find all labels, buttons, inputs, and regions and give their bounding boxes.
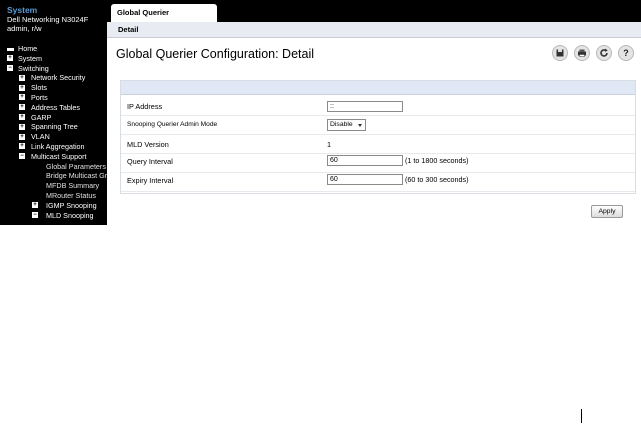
ip-address-label: IP Address <box>127 102 163 111</box>
nav-tree: Home + System − Switching + Network Secu… <box>0 44 107 220</box>
sidebar-item-link-aggregation[interactable]: + Link Aggregation <box>0 142 107 152</box>
row-query-interval: Query Interval 60 (1 to 1800 seconds) <box>121 154 635 173</box>
sidebar-item-home[interactable]: Home <box>0 44 107 54</box>
expand-icon[interactable]: + <box>19 74 25 81</box>
expand-icon[interactable]: + <box>19 123 25 130</box>
expand-icon[interactable]: + <box>19 94 25 101</box>
subtab-bar: Detail <box>107 22 641 38</box>
tab-global-querier-configuration[interactable]: Global Querier Configuration <box>111 4 217 35</box>
app-window: System Dell Networking N3024F admin, r/w… <box>0 0 641 225</box>
home-icon <box>7 47 14 51</box>
sidebar-item-ports[interactable]: + Ports <box>0 93 107 103</box>
sidebar-item-switching[interactable]: − Switching <box>0 64 107 74</box>
print-icon[interactable] <box>574 45 590 61</box>
page-title: Global Querier Configuration: Detail <box>116 47 315 61</box>
sidebar-item-bridge-multicast-group[interactable]: Bridge Multicast Gro <box>0 171 107 181</box>
sidebar: System Dell Networking N3024F admin, r/w… <box>0 0 107 225</box>
system-title: System <box>7 5 38 15</box>
save-icon[interactable] <box>552 45 568 61</box>
sidebar-item-network-security[interactable]: + Network Security <box>0 73 107 83</box>
page-margin-rule <box>581 409 582 423</box>
row-querier-admin-mode: Snooping Querier Admin Mode Disable <box>121 116 635 135</box>
query-interval-input[interactable]: 60 <box>327 155 403 166</box>
sidebar-item-address-tables[interactable]: + Address Tables <box>0 103 107 113</box>
expand-icon[interactable]: + <box>19 143 25 150</box>
collapse-icon[interactable]: − <box>19 153 25 160</box>
query-interval-label: Query Interval <box>127 157 173 166</box>
expand-icon[interactable]: + <box>32 202 38 209</box>
mld-version-label: MLD Version <box>127 140 169 149</box>
sidebar-item-garp[interactable]: + GARP <box>0 113 107 123</box>
device-name: Dell Networking N3024F <box>7 15 89 24</box>
collapse-icon[interactable]: − <box>7 65 13 72</box>
expiry-interval-hint: (60 to 300 seconds) <box>405 175 469 184</box>
expand-icon[interactable]: + <box>7 55 13 62</box>
sidebar-item-mfdb-summary[interactable]: MFDB Summary <box>0 181 107 191</box>
expand-icon[interactable]: + <box>19 104 25 111</box>
panel-header <box>121 81 635 95</box>
query-interval-hint: (1 to 1800 seconds) <box>405 156 469 165</box>
sidebar-item-mld-snooping[interactable]: − MLD Snooping <box>0 211 107 221</box>
sidebar-item-mrouter-status[interactable]: MRouter Status <box>0 191 107 201</box>
chevron-down-icon <box>357 124 362 127</box>
tab-bar: Global Querier Configuration <box>107 0 641 35</box>
querier-admin-mode-select[interactable]: Disable <box>327 119 366 131</box>
expand-icon[interactable]: + <box>19 114 25 121</box>
form-panel: IP Address :: Snooping Querier Admin Mod… <box>120 80 636 194</box>
row-mld-version: MLD Version 1 <box>121 135 635 154</box>
ip-address-input[interactable]: :: <box>327 101 403 112</box>
sidebar-item-global-parameters[interactable]: Global Parameters <box>0 162 107 172</box>
subtab-detail[interactable]: Detail <box>118 22 138 37</box>
row-ip-address: IP Address :: <box>121 97 635 116</box>
user-info: admin, r/w <box>7 24 42 33</box>
apply-button[interactable]: Apply <box>591 205 623 218</box>
expiry-interval-label: Expiry Interval <box>127 176 174 185</box>
sidebar-item-spanning-tree[interactable]: + Spanning Tree <box>0 122 107 132</box>
sidebar-item-vlan[interactable]: + VLAN <box>0 132 107 142</box>
expand-icon[interactable]: + <box>19 133 25 140</box>
expiry-interval-input[interactable]: 60 <box>327 174 403 185</box>
querier-admin-mode-value: Disable <box>330 121 353 128</box>
system-header: System Dell Networking N3024F admin, r/w <box>0 0 107 39</box>
page-toolbar: ? <box>552 45 636 61</box>
collapse-icon[interactable]: − <box>32 212 38 219</box>
sidebar-item-slots[interactable]: + Slots <box>0 83 107 93</box>
sidebar-item-system[interactable]: + System <box>0 54 107 64</box>
refresh-icon[interactable] <box>596 45 612 61</box>
querier-admin-mode-label: Snooping Querier Admin Mode <box>127 121 218 128</box>
sidebar-item-multicast-support[interactable]: − Multicast Support <box>0 152 107 162</box>
expand-icon[interactable]: + <box>19 84 25 91</box>
help-icon[interactable]: ? <box>618 45 634 61</box>
row-expiry-interval: Expiry Interval 60 (60 to 300 seconds) <box>121 173 635 192</box>
sidebar-item-igmp-snooping[interactable]: + IGMP Snooping <box>0 201 107 211</box>
mld-version-value: 1 <box>327 140 332 149</box>
